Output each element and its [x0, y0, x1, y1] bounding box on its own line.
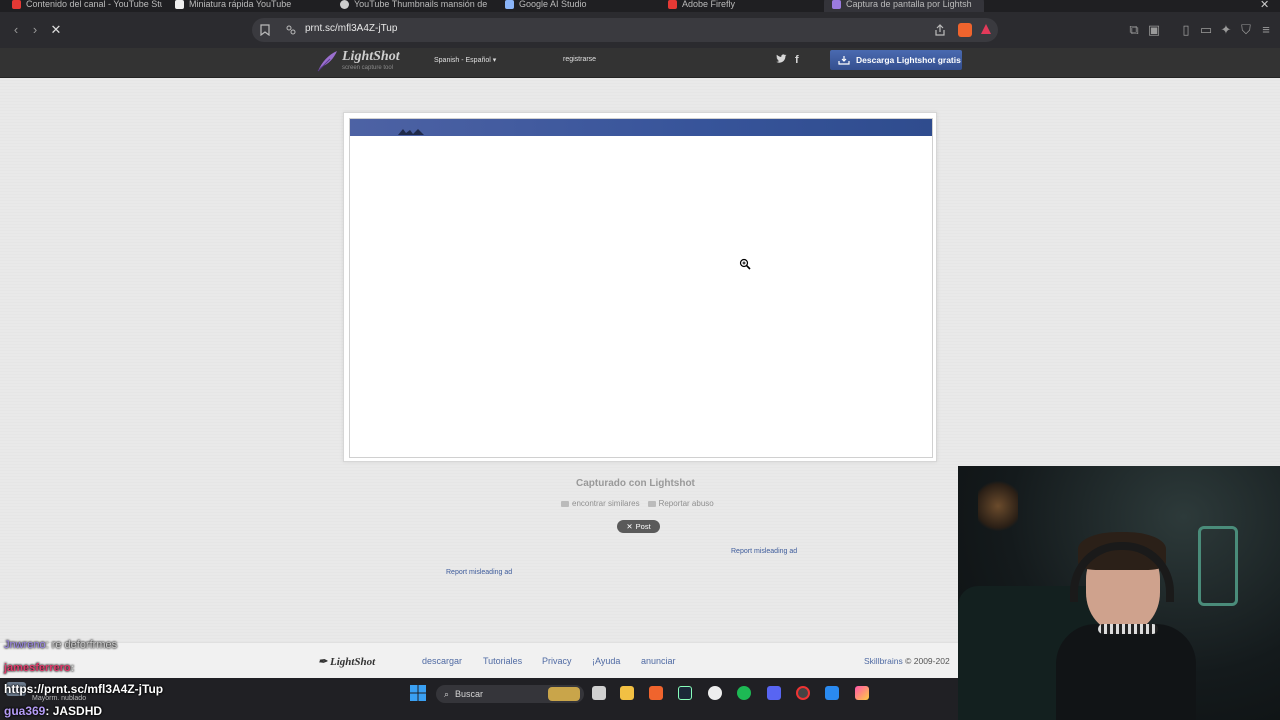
- steam-icon[interactable]: [678, 686, 692, 700]
- logo-name: LightShot: [342, 49, 400, 64]
- webcam-background-chair: [1198, 526, 1238, 606]
- app-icon[interactable]: [825, 686, 839, 700]
- image-icon: [561, 500, 569, 507]
- report-misleading-ad-link[interactable]: Report misleading ad: [731, 548, 797, 555]
- footer-link-advertise[interactable]: anunciar: [641, 656, 676, 666]
- report-abuse-link[interactable]: Reportar abuso: [647, 499, 714, 508]
- close-window-icon[interactable]: ✕: [1260, 0, 1274, 12]
- browser-tab-strip: Contenido del canal - YouTube Stud Minia…: [0, 0, 1280, 12]
- url-text: prnt.sc/mfl3A4Z-jTup: [305, 23, 398, 34]
- bird-silhouette-icon: [398, 129, 424, 135]
- skillbrains-link[interactable]: Skillbrains: [864, 656, 903, 666]
- bookmark-icon[interactable]: [260, 24, 270, 36]
- tab-adobe-firefly[interactable]: Adobe Firefly: [668, 0, 818, 12]
- tab-youtube-studio[interactable]: Contenido del canal - YouTube Stud: [12, 0, 162, 12]
- download-lightshot-button[interactable]: Descarga Lightshot gratis: [830, 50, 962, 70]
- discord-icon[interactable]: [767, 686, 781, 700]
- footer-link-download[interactable]: descargar: [422, 656, 462, 666]
- tab-google-ai-studio[interactable]: Google AI Studio: [505, 0, 655, 12]
- chat-message: gua369: JASDHD: [4, 704, 103, 718]
- sidebar-icon[interactable]: ▯: [1178, 22, 1194, 38]
- screenshot-frame: [343, 112, 937, 462]
- file-explorer-icon[interactable]: [620, 686, 634, 700]
- menu-icon[interactable]: ≡: [1258, 22, 1274, 38]
- stop-loading-icon[interactable]: ✕: [48, 22, 64, 38]
- facebook-icon[interactable]: f: [795, 54, 799, 66]
- lightshot-icon: [832, 0, 841, 9]
- footer-logo[interactable]: ✒ LightShot: [318, 655, 375, 668]
- twitter-icon[interactable]: [776, 54, 787, 67]
- webcam-streamer-body: [1056, 624, 1196, 720]
- brave-rewards-icon[interactable]: [980, 23, 992, 35]
- back-icon[interactable]: ‹: [8, 22, 24, 38]
- flag-icon: [647, 500, 656, 507]
- report-misleading-ad-link[interactable]: Report misleading ad: [446, 569, 512, 576]
- tab-search-icon[interactable]: ▣: [1146, 22, 1162, 38]
- youtube-icon: [12, 0, 21, 9]
- windows-start-icon[interactable]: [410, 685, 426, 701]
- adobe-icon: [668, 0, 677, 9]
- screenshot-image[interactable]: [349, 118, 933, 458]
- webcam-choker: [1098, 624, 1158, 634]
- chat-message: Jnwreno: re deforfrmes: [4, 639, 118, 651]
- feather-logo-icon: [317, 51, 337, 72]
- chevron-down-icon: ▾: [492, 57, 497, 64]
- logo-tagline: screen capture tool: [342, 65, 394, 71]
- brave-shields-icon[interactable]: [958, 23, 972, 37]
- language-select[interactable]: Spanish - Español ▾: [434, 56, 496, 64]
- chat-message: jamesferrero:: [4, 662, 75, 674]
- captured-with-label: Capturado con Lightshot: [576, 478, 695, 489]
- browser-toolbar: ‹ › ✕ prnt.sc/mfl3A4Z-jTup ⧉ ▣ ▯ ▭ ✦ ⛉ ≡: [0, 12, 1280, 48]
- tab-youtube-thumbnails[interactable]: YouTube Thumbnails mansión de Ep: [340, 0, 490, 12]
- search-icon: ⌕: [444, 688, 450, 699]
- tab-lightshot[interactable]: Captura de pantalla por Lightsh: [824, 0, 984, 12]
- lightshot-logo[interactable]: LightShot screen capture tool: [316, 50, 400, 72]
- task-view-icon[interactable]: [592, 686, 606, 700]
- address-bar[interactable]: prnt.sc/mfl3A4Z-jTup: [252, 18, 998, 42]
- forward-icon[interactable]: ›: [27, 22, 43, 38]
- extensions-icon[interactable]: ⧉: [1126, 22, 1142, 38]
- download-icon: [838, 56, 850, 65]
- g-hub-icon[interactable]: [708, 686, 722, 700]
- zoom-in-cursor-icon: [739, 258, 751, 270]
- page-icon: [175, 0, 184, 9]
- leo-ai-icon[interactable]: ✦: [1218, 22, 1234, 38]
- x-logo-icon: ✕: [626, 522, 633, 531]
- register-link[interactable]: registrarse: [563, 56, 596, 63]
- footer-link-help[interactable]: ¡Ayuda: [592, 656, 620, 666]
- webcam-background-lamp: [978, 476, 1018, 536]
- site-info-icon[interactable]: [286, 25, 296, 35]
- search-highlight-icon: [548, 687, 580, 701]
- photos-icon[interactable]: [855, 686, 869, 700]
- lightshot-header: LightShot screen capture tool Spanish - …: [0, 48, 1280, 78]
- tab-miniatura[interactable]: Miniatura rápida YouTube: [175, 0, 325, 12]
- chat-message: https://prnt.sc/mfl3A4Z-jTup: [4, 682, 164, 696]
- copyright: Skillbrains © 2009-202: [864, 656, 950, 666]
- weather-status: Mayorm. nublado: [32, 695, 87, 702]
- share-icon[interactable]: [934, 24, 946, 36]
- footer-link-privacy[interactable]: Privacy: [542, 656, 572, 666]
- ai-studio-icon: [505, 0, 514, 9]
- obs-icon[interactable]: [796, 686, 810, 700]
- webcam-overlay: [958, 466, 1280, 720]
- screenshot-top-bar: [350, 119, 932, 136]
- image-actions: encontrar similares Reportar abuso: [561, 499, 714, 508]
- globe-icon: [340, 0, 349, 9]
- spotify-icon[interactable]: [737, 686, 751, 700]
- brave-icon[interactable]: [649, 686, 663, 700]
- feather-logo-icon: ✒: [318, 656, 328, 668]
- taskbar-search[interactable]: ⌕ Buscar: [436, 685, 584, 703]
- vpn-shield-icon[interactable]: ⛉: [1238, 22, 1254, 38]
- x-post-button[interactable]: ✕ Post: [617, 520, 660, 533]
- wallet-icon[interactable]: ▭: [1198, 22, 1214, 38]
- footer-link-tutorials[interactable]: Tutoriales: [483, 656, 522, 666]
- find-similar-link[interactable]: encontrar similares: [561, 499, 640, 508]
